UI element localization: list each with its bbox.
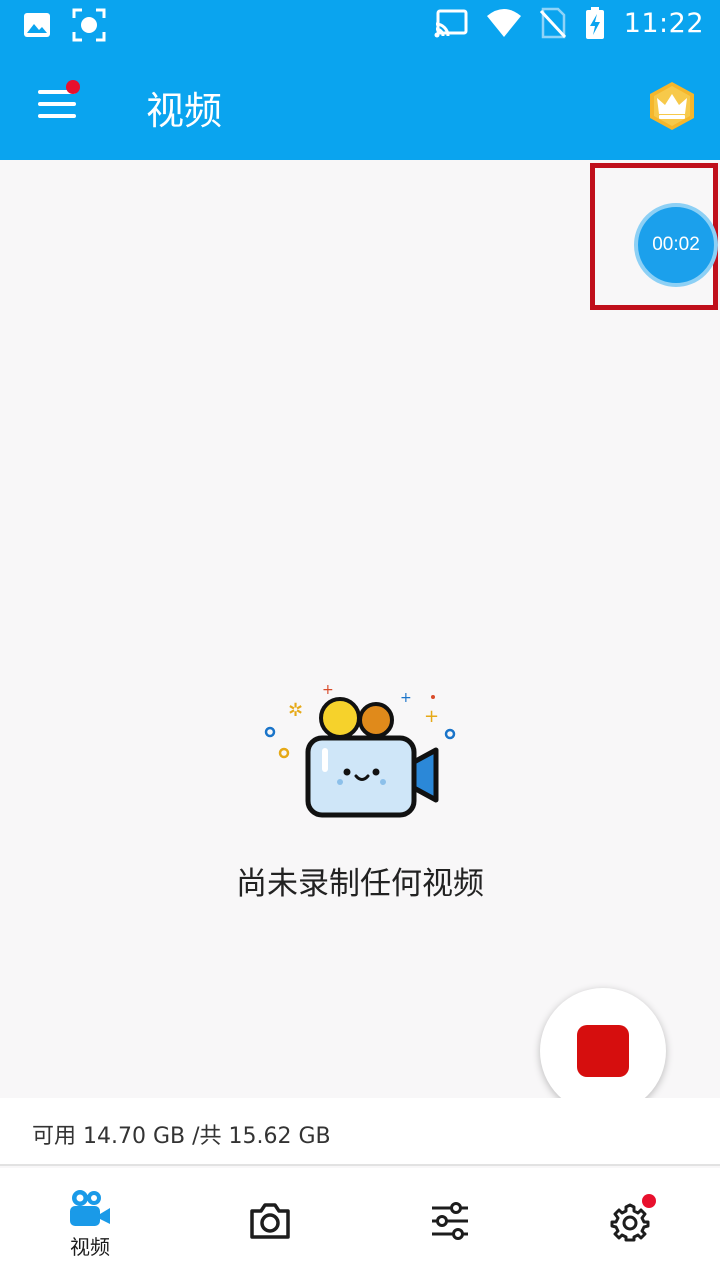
status-time: 11:22 <box>623 7 704 39</box>
svg-text:+: + <box>322 682 334 698</box>
gear-icon <box>610 1203 650 1242</box>
settings-badge <box>642 1194 656 1208</box>
image-icon <box>24 13 50 37</box>
stop-icon <box>577 1025 629 1077</box>
wifi-icon <box>486 9 521 37</box>
video-camera-illustration: ✲ + + + <box>264 682 456 818</box>
app-bar: 视频 <box>0 50 720 160</box>
screen-record-icon <box>72 8 106 42</box>
floating-timer-button[interactable]: 00:02 <box>634 203 718 287</box>
menu-button[interactable] <box>30 80 82 130</box>
premium-button[interactable] <box>646 80 698 132</box>
sliders-icon <box>432 1202 468 1240</box>
nav-item-tools[interactable] <box>360 1168 540 1280</box>
page-title: 视频 <box>146 89 223 133</box>
nav-item-settings[interactable] <box>540 1168 720 1280</box>
video-camera-icon <box>70 1190 110 1226</box>
crown-icon <box>650 82 694 130</box>
nav-item-screenshot[interactable] <box>180 1168 360 1280</box>
storage-info: 可用 14.70 GB /共 15.62 GB <box>0 1098 720 1166</box>
empty-state-message: 尚未录制任何视频 <box>236 866 484 902</box>
stop-recording-button[interactable] <box>540 988 666 1114</box>
storage-text: 可用 14.70 GB /共 15.62 GB <box>32 1124 331 1149</box>
cast-icon <box>434 9 468 38</box>
notification-dot <box>66 80 80 94</box>
status-bar: 11:22 <box>0 0 720 50</box>
nav-item-video[interactable]: 视频 <box>0 1168 180 1280</box>
bottom-nav: 视频 <box>0 1168 720 1280</box>
svg-text:✲: ✲ <box>288 700 303 721</box>
camera-icon <box>250 1203 290 1239</box>
nav-label-video: 视频 <box>70 1235 110 1259</box>
no-sim-icon <box>539 7 566 39</box>
battery-charging-icon <box>585 7 604 39</box>
svg-text:+: + <box>400 690 412 706</box>
svg-text:+: + <box>424 706 439 727</box>
